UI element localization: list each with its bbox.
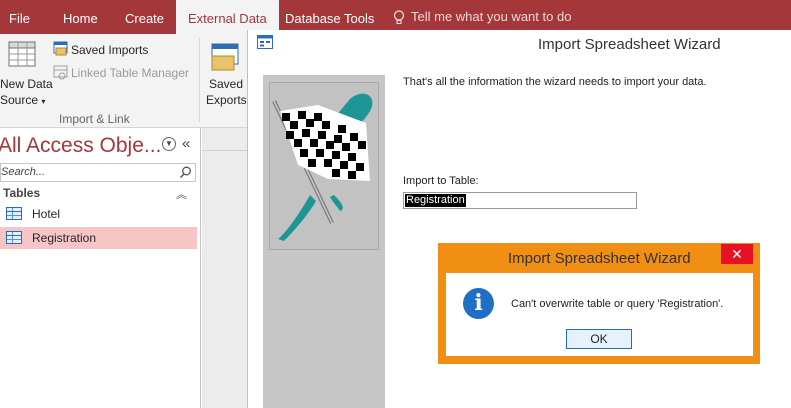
tab-external-data[interactable]: External Data bbox=[176, 0, 279, 34]
nav-item-hotel[interactable]: Hotel bbox=[0, 203, 197, 225]
ribbon-tab-bar: File Home Create External Data Database … bbox=[0, 0, 791, 34]
info-icon: i bbox=[463, 288, 494, 319]
tables-section-header[interactable]: Tables bbox=[3, 186, 40, 200]
nav-pane-title[interactable]: All Access Obje... bbox=[0, 134, 161, 158]
new-data-source-icon[interactable] bbox=[8, 40, 38, 72]
ok-button[interactable]: OK bbox=[566, 329, 632, 349]
close-icon[interactable]: ✕ bbox=[721, 244, 753, 264]
nav-item-label: Registration bbox=[32, 231, 97, 245]
workspace-divider bbox=[202, 150, 248, 151]
workspace-background bbox=[202, 128, 248, 408]
checkered-flag-icon bbox=[272, 93, 373, 241]
saved-imports-button[interactable]: Saved Imports bbox=[71, 43, 148, 57]
lightbulb-icon bbox=[393, 9, 405, 24]
tab-file[interactable]: File bbox=[9, 0, 30, 34]
import-link-group-label: Import & Link bbox=[59, 112, 130, 126]
import-to-table-input[interactable]: Registration bbox=[403, 192, 637, 209]
alert-dialog: Import Spreadsheet Wizard ✕ i Can't over… bbox=[438, 243, 760, 364]
dialog-body: i Can't overwrite table or query 'Regist… bbox=[446, 273, 753, 356]
chevron-down-icon: ▼ bbox=[165, 139, 173, 148]
wizard-app-icon bbox=[257, 35, 273, 49]
linked-table-manager-icon bbox=[53, 65, 68, 80]
nav-menu-button[interactable]: ▼ bbox=[162, 137, 176, 151]
search-icon[interactable] bbox=[179, 166, 192, 179]
nav-item-label: Hotel bbox=[32, 207, 61, 221]
group-divider bbox=[199, 38, 200, 122]
saved-exports-icon[interactable] bbox=[210, 42, 240, 72]
table-icon bbox=[6, 207, 22, 220]
tab-home[interactable]: Home bbox=[63, 0, 98, 34]
tab-create[interactable]: Create bbox=[125, 0, 164, 34]
new-data-source-label-1[interactable]: New Data bbox=[0, 77, 53, 91]
wizard-message: That's all the information the wizard ne… bbox=[403, 76, 707, 88]
shutter-bar-close-icon[interactable]: « bbox=[182, 135, 190, 152]
new-data-source-label-2: Source bbox=[0, 93, 39, 107]
tell-me-search[interactable]: Tell me what you want to do bbox=[393, 0, 571, 34]
linked-table-manager-button[interactable]: Linked Table Manager bbox=[71, 66, 189, 80]
dropdown-arrow-icon: ▾ bbox=[41, 97, 46, 106]
saved-exports-label-1[interactable]: Saved bbox=[209, 77, 243, 91]
search-input[interactable]: Search... bbox=[0, 163, 196, 182]
wizard-title: Import Spreadsheet Wizard bbox=[538, 36, 721, 53]
tab-database-tools[interactable]: Database Tools bbox=[285, 0, 374, 34]
dialog-title: Import Spreadsheet Wizard bbox=[508, 250, 691, 267]
checkered-flag-image bbox=[269, 82, 379, 250]
saved-exports-label-2[interactable]: Exports bbox=[206, 93, 247, 107]
wizard-image-panel bbox=[263, 75, 385, 408]
saved-imports-icon bbox=[53, 41, 68, 56]
import-to-table-label: Import to Table: bbox=[403, 175, 479, 187]
dialog-message: Can't overwrite table or query 'Registra… bbox=[511, 298, 724, 310]
nav-item-registration[interactable]: Registration bbox=[0, 227, 197, 249]
table-icon bbox=[6, 231, 22, 244]
search-placeholder: Search... bbox=[1, 166, 46, 178]
import-to-table-value: Registration bbox=[405, 194, 466, 207]
collapse-section-icon[interactable]: ︽ bbox=[176, 186, 187, 202]
new-data-source-button[interactable]: Source ▾ bbox=[0, 93, 45, 107]
